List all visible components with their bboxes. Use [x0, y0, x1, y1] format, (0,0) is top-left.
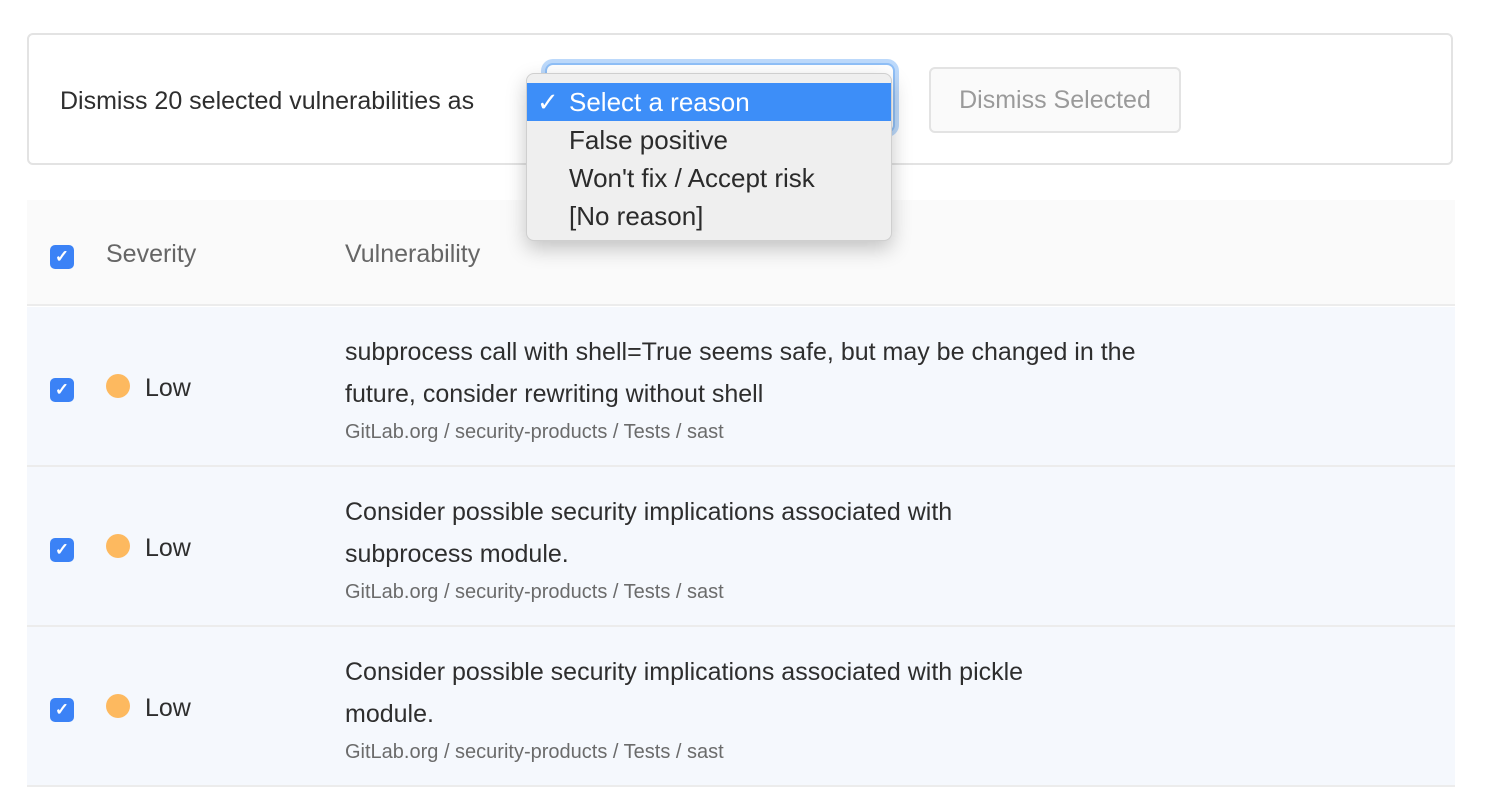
row-checkbox[interactable]: ✓ — [50, 538, 74, 562]
vulnerability-title[interactable]: Consider possible security implications … — [345, 491, 1045, 575]
check-icon: ✓ — [537, 83, 559, 121]
header-vulnerability: Vulnerability — [345, 240, 480, 269]
select-all-checkbox[interactable]: ✓ — [50, 245, 74, 269]
option-wont-fix[interactable]: Won't fix / Accept risk — [527, 159, 891, 197]
severity-low-icon — [106, 534, 130, 558]
vulnerability-title[interactable]: subprocess call with shell=True seems sa… — [345, 331, 1165, 415]
dismiss-selected-button[interactable]: Dismiss Selected — [929, 67, 1181, 133]
project-path: GitLab.org / security-products / Tests /… — [345, 741, 724, 764]
option-select-a-reason[interactable]: ✓Select a reason — [527, 83, 891, 121]
project-path: GitLab.org / security-products / Tests /… — [345, 581, 724, 604]
table-row[interactable]: ✓ Low subprocess call with shell=True se… — [27, 307, 1455, 467]
severity-label: Low — [145, 534, 191, 563]
table-row[interactable]: ✓ Low Consider possible security implica… — [27, 467, 1455, 627]
row-checkbox[interactable]: ✓ — [50, 698, 74, 722]
severity-low-icon — [106, 374, 130, 398]
severity-label: Low — [145, 694, 191, 723]
header-severity: Severity — [106, 240, 196, 269]
option-false-positive[interactable]: False positive — [527, 121, 891, 159]
option-no-reason[interactable]: [No reason] — [527, 197, 891, 235]
severity-label: Low — [145, 374, 191, 403]
vulnerability-title[interactable]: Consider possible security implications … — [345, 651, 1115, 735]
project-path: GitLab.org / security-products / Tests /… — [345, 421, 724, 444]
table-row[interactable]: ✓ Low Consider possible security implica… — [27, 627, 1455, 787]
dismiss-label: Dismiss 20 selected vulnerabilities as — [60, 87, 474, 116]
row-checkbox[interactable]: ✓ — [50, 378, 74, 402]
reason-dropdown-menu: ✓Select a reason False positive Won't fi… — [526, 73, 892, 241]
severity-low-icon — [106, 694, 130, 718]
